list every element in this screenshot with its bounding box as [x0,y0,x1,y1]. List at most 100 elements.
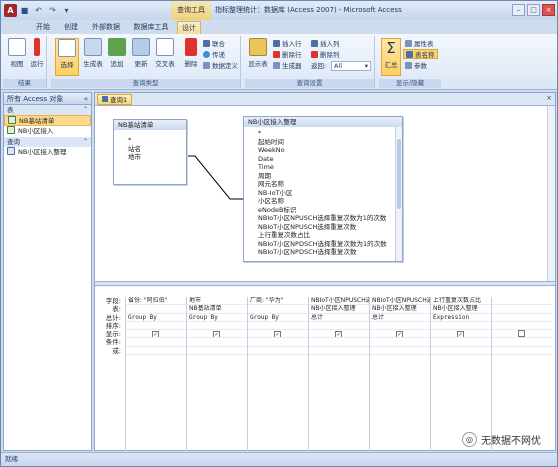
nav-item-nb-cell-access[interactable]: NB小区接入 [4,126,91,137]
grid-column[interactable]: 厂商: "华为" Group By ✓ [247,297,308,451]
grid-table-cell[interactable]: NB小区接入整理 [370,305,430,314]
grid-field-cell[interactable]: 厂商: "华为" [248,297,308,306]
grid-show-cell[interactable]: ✓ [309,330,369,339]
update-button[interactable]: 更新 [129,38,153,76]
field-item[interactable]: 站名 [114,145,186,154]
table-pane-vscrollbar[interactable] [547,106,555,281]
tab-query1[interactable]: 查询1 [97,94,133,105]
undo-icon[interactable]: ↶ [33,5,44,16]
builder-button[interactable]: 生成器 [273,61,302,71]
field-item[interactable]: 上行重复次数占比 [244,231,394,240]
grid-column[interactable]: NBIoT小区NPUSCH选择NB小区接入整理总计 ✓ [369,297,430,451]
grid-show-cell[interactable]: ✓ [187,330,247,339]
field-item[interactable]: * [114,136,186,145]
field-item[interactable]: 地市 [114,153,186,162]
field-item[interactable]: Date [244,155,394,164]
grid-table-cell[interactable]: NB小区接入整理 [309,305,369,314]
maximize-button[interactable]: □ [527,4,540,16]
collapse-icon[interactable]: « [84,93,88,105]
grid-sort-cell[interactable] [431,322,491,331]
table-nb-cell-access[interactable]: NB小区接入整理 * 起始时间 WeekNo Date Time 周期 网元名称… [243,116,403,262]
grid-column[interactable]: NBIoT小区NPUSCH选择NB小区接入整理总计 ✓ [308,297,369,451]
tab-design[interactable]: 设计 [177,21,201,34]
grid-or-cell[interactable] [187,347,247,356]
tab-create[interactable]: 创建 [59,21,83,34]
property-sheet-button[interactable]: 属性表 [405,39,434,49]
grid-sort-cell[interactable] [248,322,308,331]
grid-total-cell[interactable]: 总计 [370,314,430,322]
append-button[interactable]: 追加 [105,38,129,76]
parameters-button[interactable]: 参数 [405,61,427,71]
grid-total-cell[interactable]: Expression [431,314,491,322]
scroll-thumb[interactable] [397,139,401,209]
access-app-icon[interactable]: A [4,4,17,17]
insert-rows-button[interactable]: 插入行 [273,39,302,49]
grid-criteria-cell[interactable] [248,338,308,347]
insert-columns-button[interactable]: 插入列 [311,39,340,49]
field-item[interactable]: Time [244,163,394,172]
grid-table-cell[interactable]: NB基站清单 [187,305,247,314]
union-button[interactable]: 联合 [203,39,225,49]
grid-column[interactable]: 地市 NB基站清单 Group By ✓ [186,297,247,451]
tab-external-data[interactable]: 外部数据 [89,21,123,34]
delete-rows-button[interactable]: 删除行 [273,50,302,60]
grid-or-cell[interactable] [309,347,369,356]
grid-sort-cell[interactable] [309,322,369,331]
table-scrollbar[interactable] [395,127,402,261]
grid-or-cell[interactable] [126,347,186,356]
field-item[interactable]: NBIoT小区NPUSCH选择重复次数 [244,223,394,232]
delete-query-button[interactable]: 删除 [179,38,203,76]
grid-field-cell[interactable] [492,297,552,306]
minimize-button[interactable]: – [512,4,525,16]
grid-total-cell[interactable]: Group By [248,314,308,322]
redo-icon[interactable]: ↷ [47,5,58,16]
return-dropdown[interactable]: All ▾ [331,61,371,71]
grid-field-cell[interactable]: 地市 [187,297,247,306]
grid-table-cell[interactable] [126,305,186,314]
run-button[interactable]: 运行 [25,38,49,76]
show-table-button[interactable]: 显示表 [247,38,269,76]
field-item[interactable]: 周期 [244,172,394,181]
customize-qat-icon[interactable]: ▾ [61,5,72,16]
pass-through-button[interactable]: 传递 [203,50,225,60]
field-item[interactable]: * [244,129,394,138]
grid-criteria-cell[interactable] [187,338,247,347]
grid-or-cell[interactable] [248,347,308,356]
nav-section-tables[interactable]: 表 ⌃ [4,105,91,115]
grid-total-cell[interactable]: 总计 [309,314,369,322]
show-checkbox[interactable]: ✓ [152,331,159,338]
delete-columns-button[interactable]: 删除列 [311,50,340,60]
grid-show-cell[interactable] [492,330,552,339]
show-checkbox[interactable]: ✓ [335,331,342,338]
tab-home[interactable]: 开始 [31,21,55,34]
field-item[interactable]: NB-IoT小区 [244,189,394,198]
table-nb-station-list[interactable]: NB基站清单 * 站名 地市 [113,119,187,185]
field-item[interactable]: NBIoT小区NPDSCH选择重复次数为1的次数 [244,240,394,249]
field-item[interactable]: NBIoT小区NPDSCH选择重复次数 [244,248,394,257]
grid-field-cell[interactable]: NBIoT小区NPUSCH选择 [370,297,430,306]
grid-column[interactable]: 省份: "阿拉伯" Group By ✓ [125,297,186,451]
grid-table-cell[interactable] [248,305,308,314]
field-item[interactable]: NBIoT小区NPUSCH选择重复次数为1的次数 [244,214,394,223]
grid-sort-cell[interactable] [370,322,430,331]
grid-sort-cell[interactable] [126,322,186,331]
grid-sort-cell[interactable] [187,322,247,331]
grid-column[interactable]: 上行重复次数占比 NB小区接入整理 Expression ✓ [430,297,491,451]
grid-criteria-cell[interactable] [492,338,552,347]
field-item[interactable]: 网元名称 [244,180,394,189]
grid-field-cell[interactable]: 省份: "阿拉伯" [126,297,186,306]
grid-criteria-cell[interactable] [370,338,430,347]
table-title[interactable]: NB基站清单 [114,120,186,130]
nav-pane-header[interactable]: 所有 Access 对象 « [4,93,91,105]
field-item[interactable]: eNodeB标识 [244,206,394,215]
grid-field-cell[interactable]: NBIoT小区NPUSCH选择 [309,297,369,306]
field-item[interactable]: 起始时间 [244,138,394,147]
save-icon[interactable]: ■ [19,5,30,16]
close-button[interactable]: × [542,4,555,16]
grid-show-cell[interactable]: ✓ [370,330,430,339]
nav-item-nb-cell-access-query[interactable]: NB小区接入整理 [4,147,91,158]
table-title[interactable]: NB小区接入整理 [244,117,402,127]
grid-total-cell[interactable]: Group By [126,314,186,322]
grid-sort-cell[interactable] [492,322,552,331]
nav-section-queries[interactable]: 查询 ⌃ [4,137,91,147]
